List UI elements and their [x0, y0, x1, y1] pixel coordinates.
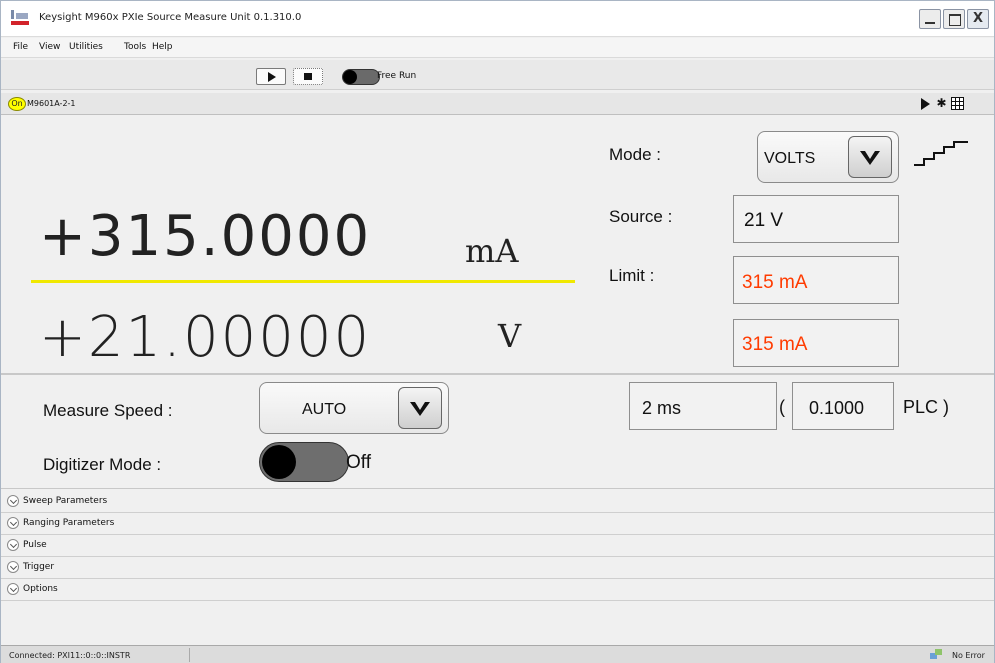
status-divider [189, 648, 190, 662]
mode-dropdown-button[interactable] [848, 136, 892, 178]
menu-bar: File View Utilities Tools Help [1, 38, 994, 58]
section-label: Options [23, 584, 58, 594]
mode-select[interactable]: VOLTS [757, 131, 899, 183]
menu-help[interactable]: Help [152, 42, 173, 52]
grid-icon[interactable] [951, 97, 964, 110]
measure-speed-value: AUTO [302, 401, 347, 418]
plc-field[interactable]: 0.1000 [792, 382, 894, 430]
section-ranging-parameters[interactable]: Ranging Parameters [1, 513, 994, 535]
section-label: Sweep Parameters [23, 496, 108, 506]
plc-label: PLC ) [903, 397, 950, 417]
expand-icon[interactable] [7, 495, 19, 507]
toggle-knob [343, 70, 357, 84]
source-field[interactable]: 21 V [733, 195, 899, 243]
expand-icon[interactable] [7, 539, 19, 551]
expand-icon[interactable] [7, 561, 19, 573]
app-window: Keysight M960x PXIe Source Measure Unit … [0, 0, 995, 663]
main-panel: +315.0000 mA +21.00000 V Mode : VOLTS So… [1, 115, 994, 375]
section-pulse[interactable]: Pulse [1, 535, 994, 557]
section-label: Ranging Parameters [23, 518, 115, 528]
minimize-button[interactable] [919, 9, 941, 29]
run-stop-button[interactable] [293, 68, 323, 85]
maximize-button[interactable] [943, 9, 965, 29]
measure-panel: Measure Speed : AUTO Digitizer Mode : Of… [1, 377, 994, 489]
measure-speed-label: Measure Speed : [43, 401, 173, 420]
section-sweep-parameters[interactable]: Sweep Parameters [1, 491, 994, 513]
section-label: Trigger [23, 562, 55, 572]
run-play-button[interactable] [256, 68, 286, 85]
expand-icon[interactable] [7, 583, 19, 595]
current-readout: +315.0000 [39, 204, 372, 269]
section-trigger[interactable]: Trigger [1, 557, 994, 579]
digitizer-mode-label: Digitizer Mode : [43, 455, 162, 474]
measure-speed-dropdown-button[interactable] [398, 387, 442, 429]
menu-utilities[interactable]: Utilities [69, 42, 103, 52]
paren-open: ( [779, 397, 785, 417]
mode-value: VOLTS [764, 150, 816, 167]
close-icon: X [972, 11, 984, 26]
keysight-logo-icon [11, 10, 29, 26]
limit-field[interactable]: 315 mA [733, 256, 899, 304]
collapsible-sections: Sweep Parameters Ranging Parameters Puls… [1, 491, 994, 601]
menu-tools[interactable]: Tools [124, 42, 146, 52]
window-title: Keysight M960x PXIe Source Measure Unit … [39, 12, 302, 23]
mode-label: Mode : [609, 145, 661, 164]
current-unit: mA [465, 232, 519, 270]
staircase-sweep-icon[interactable] [912, 139, 972, 169]
menu-view[interactable]: View [39, 42, 60, 52]
section-label: Pulse [23, 540, 47, 550]
connection-icon [930, 649, 942, 659]
chevron-down-icon [860, 151, 880, 165]
digitizer-state: Off [346, 452, 371, 473]
limit-field-negative[interactable]: 315 mA [733, 319, 899, 367]
on-indicator[interactable]: On [8, 97, 26, 111]
run-toolbar: Free Run [1, 60, 994, 90]
chevron-down-icon [410, 402, 430, 416]
toggle-knob [262, 445, 296, 479]
limit-value-2: 315 mA [742, 334, 808, 355]
instrument-name: M9601A-2-1 [27, 99, 76, 108]
free-run-label: Free Run [377, 71, 417, 81]
status-bar: Connected: PXI11::0::0::INSTR No Error [1, 645, 994, 663]
close-button[interactable]: X [967, 9, 989, 29]
limit-value: 315 mA [742, 272, 808, 293]
digitizer-mode-toggle[interactable] [259, 442, 349, 482]
readout-divider [31, 280, 575, 283]
instrument-header: On M9601A-2-1 ✱ [1, 93, 994, 115]
measure-speed-select[interactable]: AUTO [259, 382, 449, 434]
connection-status: Connected: PXI11::0::0::INSTR [9, 651, 131, 660]
plc-value: 0.1000 [809, 398, 865, 418]
free-run-toggle[interactable] [342, 69, 380, 85]
limit-label: Limit : [609, 266, 655, 285]
expand-icon[interactable] [7, 517, 19, 529]
title-bar: Keysight M960x PXIe Source Measure Unit … [1, 1, 994, 37]
aperture-time-value: 2 ms [642, 398, 682, 418]
gear-icon[interactable]: ✱ [935, 97, 948, 110]
source-value: 21 V [744, 210, 784, 231]
section-options[interactable]: Options [1, 579, 994, 601]
aperture-time-field[interactable]: 2 ms [629, 382, 777, 430]
source-label: Source : [609, 207, 673, 226]
play-icon[interactable] [919, 97, 932, 110]
voltage-unit: V [498, 317, 522, 355]
error-status: No Error [952, 651, 985, 660]
voltage-readout: +21.00000 [39, 305, 372, 370]
menu-file[interactable]: File [13, 42, 28, 52]
